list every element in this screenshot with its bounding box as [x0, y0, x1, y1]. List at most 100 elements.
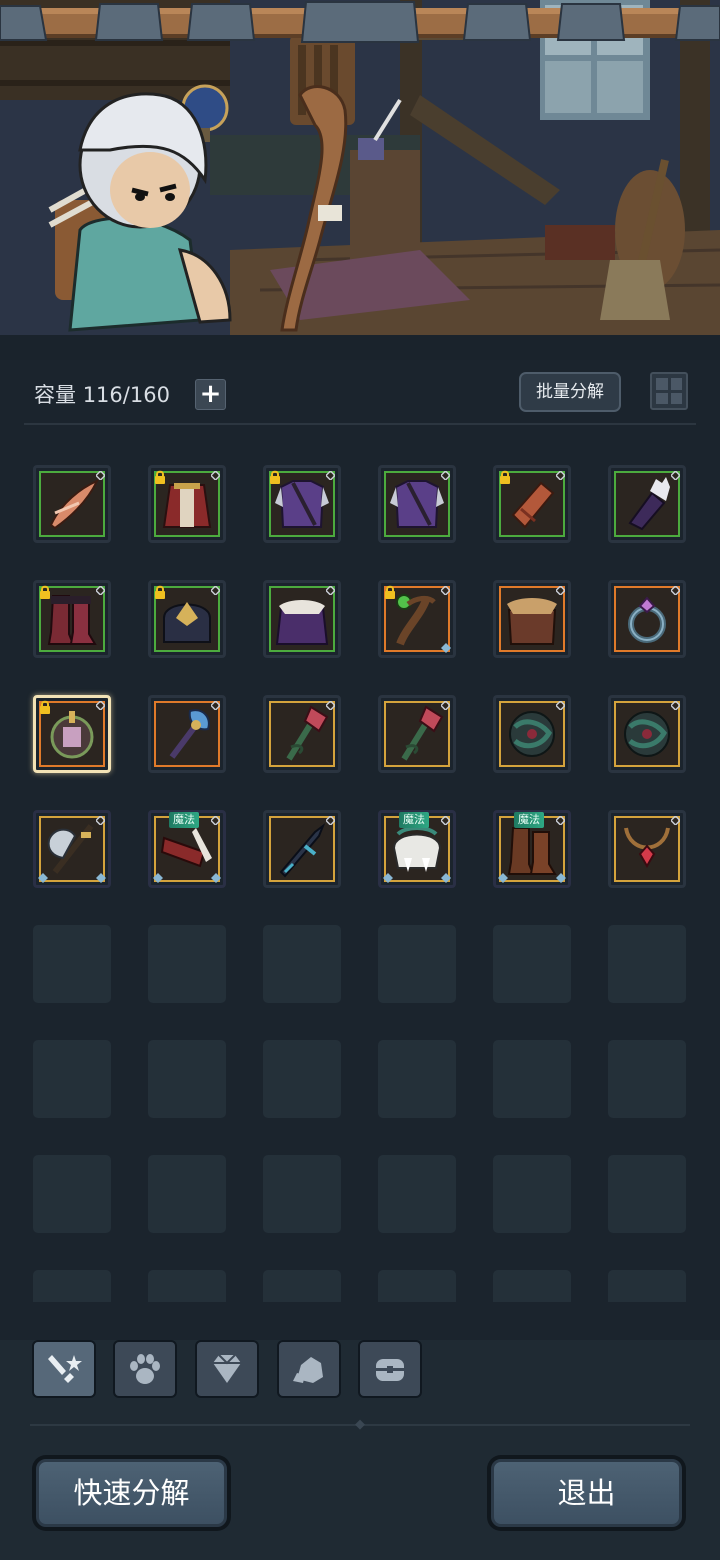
empty-slot — [263, 1270, 341, 1302]
inventory-slot[interactable]: 魔法 — [378, 810, 456, 888]
empty-slot — [33, 925, 111, 1003]
lock-icon — [385, 585, 395, 599]
corner-gem-icon — [153, 873, 163, 883]
corner-gem-icon — [498, 873, 508, 883]
inventory-slot[interactable] — [33, 695, 111, 773]
inventory-slot[interactable] — [263, 580, 341, 658]
lock-icon — [40, 700, 50, 714]
empty-slot — [33, 1270, 111, 1302]
quality-diamond-icon — [96, 816, 105, 825]
empty-slot — [263, 925, 341, 1003]
quality-diamond-icon — [556, 471, 565, 480]
character-scene — [0, 0, 720, 335]
inventory-slot[interactable] — [608, 695, 686, 773]
inventory-slot[interactable] — [378, 465, 456, 543]
add-capacity-button[interactable]: + — [195, 379, 226, 410]
inventory-slot[interactable]: 魔法 — [148, 810, 226, 888]
tab-chests[interactable] — [358, 1340, 422, 1398]
quality-diamond-icon — [441, 586, 450, 595]
lock-icon — [500, 470, 510, 484]
capacity-value: 116/160 — [82, 383, 170, 407]
empty-slot — [608, 1040, 686, 1118]
dark-sword-icon — [279, 823, 326, 878]
feathered-cape-icon — [275, 600, 329, 645]
thorn-scepter-icon — [286, 705, 329, 761]
tab-equipment[interactable] — [32, 1340, 96, 1398]
empty-slot — [608, 1270, 686, 1302]
empty-slot — [493, 925, 571, 1003]
exit-label: 退出 — [491, 1459, 682, 1527]
tab-pets[interactable] — [113, 1340, 177, 1398]
grid-view-icon[interactable] — [650, 372, 688, 410]
quality-diamond-icon — [96, 586, 105, 595]
inventory-slot[interactable] — [608, 580, 686, 658]
empty-slot — [148, 1040, 226, 1118]
exit-button[interactable]: 退出 — [487, 1455, 686, 1531]
quality-diamond-icon — [211, 471, 220, 480]
quality-diamond-icon — [211, 816, 220, 825]
corner-gem-icon — [441, 873, 451, 883]
empty-slot — [263, 1040, 341, 1118]
inventory-slot[interactable] — [378, 580, 456, 658]
divider-ornament-icon: ◆ — [355, 1417, 365, 1432]
feather-quill-icon — [49, 479, 100, 530]
inventory-slot[interactable] — [148, 580, 226, 658]
quality-diamond-icon — [441, 471, 450, 480]
fur-collar-cape-icon — [507, 598, 557, 645]
magic-tag: 魔法 — [169, 812, 199, 828]
inventory-slot[interactable] — [148, 695, 226, 773]
inventory-slot[interactable] — [493, 465, 571, 543]
thorn-scepter-icon — [401, 705, 444, 761]
empty-slot — [148, 1155, 226, 1233]
inventory-slot[interactable] — [608, 465, 686, 543]
quality-diamond-icon — [211, 701, 220, 710]
corner-gem-icon — [441, 643, 451, 653]
inventory-slot[interactable] — [33, 810, 111, 888]
corner-gem-icon — [383, 873, 393, 883]
inventory-slot[interactable] — [608, 810, 686, 888]
empty-slot — [378, 925, 456, 1003]
quality-diamond-icon — [326, 816, 335, 825]
magic-tag: 魔法 — [514, 812, 544, 828]
inventory-slot[interactable] — [493, 580, 571, 658]
empty-slot — [33, 1040, 111, 1118]
corner-gem-icon — [96, 873, 106, 883]
tab-gems[interactable] — [195, 1340, 259, 1398]
room-illustration — [0, 0, 720, 335]
ruby-necklace-icon — [624, 827, 670, 868]
batch-decompose-button[interactable]: 批量分解 — [519, 372, 621, 412]
inventory-slot[interactable] — [493, 695, 571, 773]
inventory-slot[interactable] — [33, 580, 111, 658]
purple-glove-icon — [628, 477, 670, 531]
inventory-slot[interactable] — [148, 465, 226, 543]
empty-slot — [148, 925, 226, 1003]
empty-slot — [148, 1270, 226, 1302]
quality-diamond-icon — [556, 701, 565, 710]
purple-tunic-icon — [390, 480, 444, 528]
empty-slot — [493, 1040, 571, 1118]
corner-gem-icon — [38, 873, 48, 883]
inventory-slot[interactable] — [33, 465, 111, 543]
tab-materials[interactable] — [277, 1340, 341, 1398]
inventory-slot[interactable] — [263, 810, 341, 888]
inventory-slot[interactable] — [263, 465, 341, 543]
empty-slot — [608, 925, 686, 1003]
quick-decompose-button[interactable]: 快速分解 — [32, 1455, 231, 1531]
inventory-slot[interactable]: 魔法 — [493, 810, 571, 888]
inventory-slot[interactable] — [378, 695, 456, 773]
quick-decompose-label: 快速分解 — [36, 1459, 227, 1527]
quality-diamond-icon — [441, 701, 450, 710]
inventory-slot[interactable] — [263, 695, 341, 773]
inventory-grid[interactable]: 魔法 魔法 魔法 — [0, 440, 720, 1302]
empty-slot — [378, 1155, 456, 1233]
diamond-icon — [213, 1354, 241, 1383]
quality-diamond-icon — [671, 816, 680, 825]
quality-diamond-icon — [96, 471, 105, 480]
lock-icon — [155, 585, 165, 599]
quality-diamond-icon — [326, 586, 335, 595]
empty-slot — [493, 1155, 571, 1233]
empty-slot — [33, 1155, 111, 1233]
paw-icon — [130, 1354, 160, 1384]
ore-icon — [293, 1357, 323, 1383]
empty-slot — [608, 1155, 686, 1233]
